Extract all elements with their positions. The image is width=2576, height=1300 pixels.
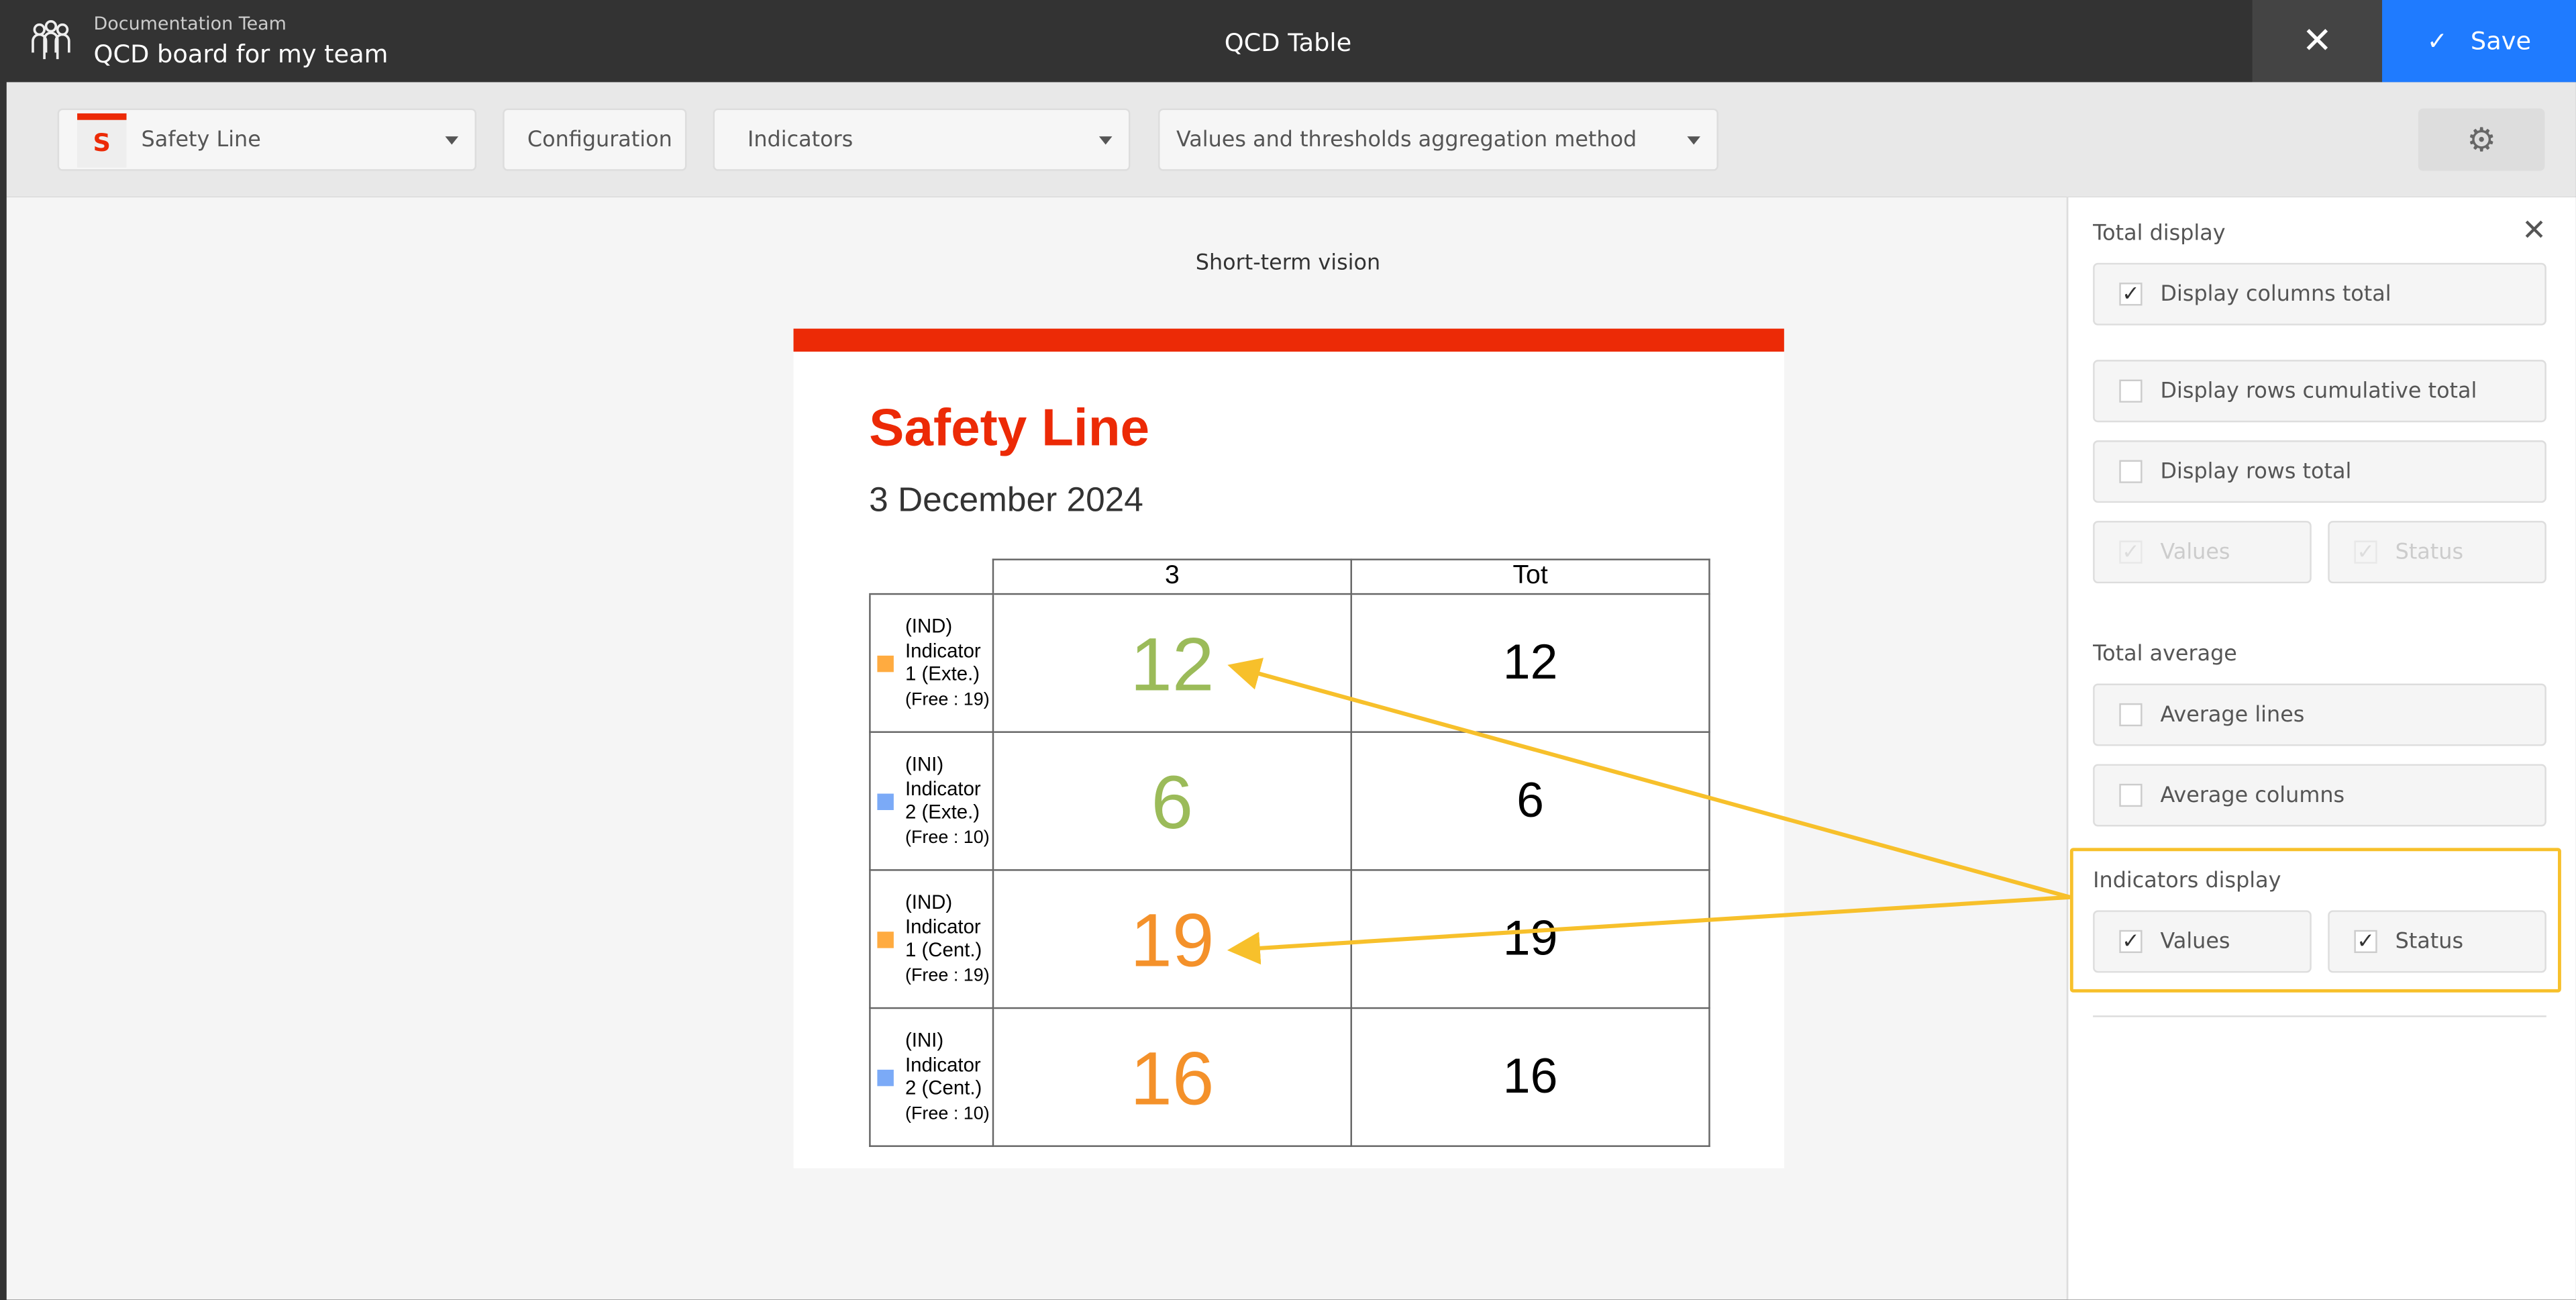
settings-panel: Total display ✕ ✓ Display columns total D…: [2066, 197, 2576, 1300]
option-label: Average columns: [2160, 783, 2345, 808]
total-cell: 16: [1350, 1007, 1710, 1147]
divider: [2093, 1015, 2546, 1017]
indicator-code: (IND): [905, 614, 953, 638]
value-cell: 16: [992, 1007, 1352, 1147]
close-panel-icon[interactable]: ✕: [2522, 213, 2546, 248]
total-cell: 6: [1350, 731, 1710, 871]
table-row: (INI) Indicator 2 (Exte.) (Free : 10) 6 6: [869, 731, 1710, 871]
indicator-label-cell: (INI) Indicator 2 (Cent.) (Free : 10): [869, 1007, 994, 1147]
option-label: Values: [2160, 540, 2230, 564]
column-header: 3: [992, 558, 1352, 595]
save-button[interactable]: ✓ Save: [2382, 0, 2576, 83]
check-icon: ✓: [2426, 26, 2448, 56]
indicator-code: (INI): [905, 752, 944, 776]
indicator-name: Indicator 1 (Cent.): [905, 914, 982, 962]
checkbox[interactable]: [2119, 703, 2143, 727]
table-row: (INI) Indicator 2 (Cent.) (Free : 10) 16 1…: [869, 1007, 1710, 1147]
table-row: (IND) Indicator 1 (Exte.) (Free : 19) 12 1…: [869, 593, 1710, 733]
safety-logo-icon: S: [77, 113, 127, 168]
close-button[interactable]: ✕: [2252, 0, 2383, 83]
indicator-name: Indicator 2 (Cent.): [905, 1052, 982, 1099]
option-label: Status: [2395, 540, 2464, 564]
card-accent-bar: [793, 328, 1784, 352]
card-date: 3 December 2024: [869, 481, 1143, 519]
display-columns-total-option[interactable]: ✓ Display columns total: [2093, 262, 2546, 326]
indicator-free: (Free : 10): [905, 827, 990, 848]
indicators-select[interactable]: Indicators: [713, 108, 1131, 171]
average-columns-option[interactable]: Average columns: [2093, 764, 2546, 827]
total-cell: 19: [1350, 869, 1710, 1009]
indicator-name: Indicator 1 (Exte.): [905, 638, 981, 685]
gear-icon: ⚙: [2467, 119, 2497, 160]
page-title: QCD Table: [1224, 28, 1352, 58]
aggregation-label: Values and thresholds aggregation method: [1176, 127, 1637, 152]
indicator-label-cell: (IND) Indicator 1 (Cent.) (Free : 19): [869, 869, 994, 1009]
value-cell: 6: [992, 731, 1352, 871]
card-title: Safety Line: [869, 397, 1150, 457]
chevron-down-icon: [1098, 136, 1113, 145]
indicator-color-swatch: [877, 930, 894, 948]
settings-button[interactable]: ⚙: [2418, 108, 2545, 171]
close-icon: ✕: [2302, 20, 2332, 62]
checkbox[interactable]: [2119, 783, 2143, 807]
qcd-table: 3 Tot (IND) Indicator 1 (Exte.) (Free : 19…: [869, 558, 1710, 1147]
total-average-heading: Total average: [2093, 642, 2237, 668]
indicator-name: Indicator 2 (Exte.): [905, 776, 981, 823]
checkbox[interactable]: [2119, 460, 2143, 483]
indicator-color-swatch: [877, 793, 894, 809]
app-header: Documentation Team QCD board for my team…: [0, 0, 2576, 83]
indicator-free: (Free : 19): [905, 965, 990, 985]
checkbox[interactable]: ✓: [2119, 282, 2143, 307]
option-label: Display rows cumulative total: [2160, 379, 2477, 404]
checkbox: ✓: [2119, 540, 2143, 564]
display-rows-total-option[interactable]: Display rows total: [2093, 440, 2546, 503]
checkbox[interactable]: [2119, 379, 2143, 403]
total-values-option: ✓ Values: [2093, 521, 2312, 584]
value-cell: 19: [992, 869, 1352, 1009]
chevron-down-icon: [445, 136, 459, 145]
option-label: Display rows total: [2160, 459, 2352, 485]
total-status-option: ✓ Status: [2328, 521, 2546, 584]
save-label: Save: [2470, 26, 2532, 56]
display-rows-cumulative-option[interactable]: Display rows cumulative total: [2093, 360, 2546, 423]
indicator-color-swatch: [877, 1068, 894, 1086]
total-cell: 12: [1350, 593, 1710, 733]
aggregation-select[interactable]: Values and thresholds aggregation method: [1158, 108, 1718, 171]
option-label: Average lines: [2160, 702, 2305, 728]
value-cell: 12: [992, 593, 1352, 733]
board-select[interactable]: S Safety Line: [57, 108, 477, 171]
indicator-label-cell: (IND) Indicator 1 (Exte.) (Free : 19): [869, 593, 994, 733]
table-row: (IND) Indicator 1 (Cent.) (Free : 19) 19 1…: [869, 869, 1710, 1009]
corner-cell: [870, 559, 993, 595]
average-lines-option[interactable]: Average lines: [2093, 683, 2546, 746]
annotation-highlight: [2069, 848, 2561, 993]
configuration-label: Configuration: [527, 127, 672, 152]
column-header: Tot: [1350, 558, 1710, 595]
indicator-color-swatch: [877, 654, 894, 672]
total-display-heading: Total display: [2093, 221, 2226, 247]
indicator-free: (Free : 19): [905, 689, 990, 709]
indicator-code: (INI): [905, 1028, 944, 1052]
board-select-value: Safety Line: [141, 127, 261, 152]
configuration-button[interactable]: Configuration: [503, 108, 687, 171]
indicator-free: (Free : 10): [905, 1103, 990, 1123]
qcd-card: Safety Line 3 December 2024 3 Tot (IND) I…: [793, 328, 1784, 1168]
indicator-label-cell: (INI) Indicator 2 (Exte.) (Free : 10): [869, 731, 994, 871]
chevron-down-icon: [1687, 136, 1700, 145]
indicator-code: (IND): [905, 890, 953, 914]
option-label: Display columns total: [2160, 281, 2391, 307]
indicators-label: Indicators: [747, 127, 854, 152]
checkbox: ✓: [2354, 540, 2377, 564]
